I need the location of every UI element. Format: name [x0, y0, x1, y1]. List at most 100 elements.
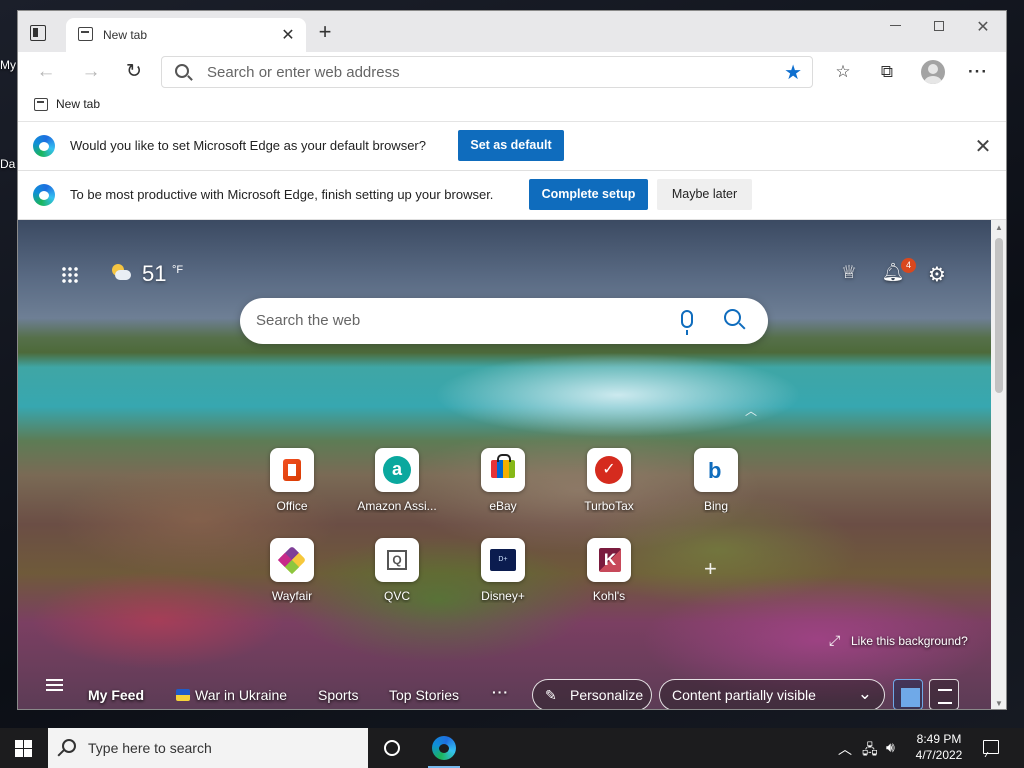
clock-date: 4/7/2022	[915, 748, 963, 762]
feed-more-button[interactable]: ···	[492, 684, 509, 700]
clock-time: 8:49 PM	[916, 732, 962, 746]
grid-layout-icon[interactable]	[893, 679, 923, 709]
weather-temperature[interactable]: 51	[142, 261, 166, 287]
desktop-icon-label[interactable]: Da	[0, 157, 15, 171]
profile-avatar[interactable]	[921, 60, 945, 84]
quick-link-wayfair[interactable]: Wayfair	[247, 538, 337, 618]
personalize-label: Personalize	[570, 687, 644, 703]
quick-link-label: Amazon Assi...	[357, 499, 437, 513]
infobar-message: Would you like to set Microsoft Edge as …	[70, 138, 426, 153]
rewards-icon[interactable]: ♕	[837, 262, 861, 286]
favorites-icon[interactable]: ☆	[831, 60, 855, 84]
title-bar: New tab ✕ + ✕	[18, 11, 1006, 52]
page-scrollbar[interactable]: ▲ ▼	[991, 220, 1006, 709]
search-icon	[175, 64, 189, 78]
quick-link-kohls[interactable]: K Kohl's	[564, 538, 654, 618]
feed-tab-war-in-ukraine[interactable]: War in Ukraine	[195, 687, 287, 703]
more-options-icon[interactable]: ···	[966, 60, 990, 84]
maybe-later-button[interactable]: Maybe later	[657, 179, 752, 210]
favorites-bar-item[interactable]: New tab	[56, 97, 100, 111]
default-browser-infobar: Would you like to set Microsoft Edge as …	[18, 122, 1006, 171]
back-arrow-icon[interactable]: ←	[33, 60, 59, 84]
refresh-icon[interactable]: ↻	[121, 60, 147, 84]
notification-count-badge: 4	[901, 258, 916, 273]
like-background-link[interactable]: Like this background?	[827, 634, 968, 648]
maximize-button[interactable]	[916, 17, 962, 35]
forward-arrow-icon[interactable]: →	[78, 60, 104, 84]
ebay-icon	[481, 448, 525, 492]
close-infobar-icon[interactable]: ✕	[972, 134, 994, 159]
bing-icon: b	[694, 448, 738, 492]
list-layout-icon[interactable]	[929, 679, 959, 709]
gear-icon[interactable]: ⚙	[925, 262, 949, 286]
quick-link-office[interactable]: Office	[247, 448, 337, 528]
cortana-icon[interactable]	[384, 740, 400, 756]
quick-link-label: Wayfair	[271, 589, 313, 603]
quick-link-label: eBay	[489, 499, 517, 513]
edge-logo-icon	[432, 736, 456, 760]
tab-new-tab[interactable]: New tab ✕	[66, 18, 306, 52]
quick-link-ebay[interactable]: eBay	[458, 448, 548, 528]
edge-logo-icon	[33, 184, 55, 206]
windows-start-icon[interactable]	[15, 740, 32, 757]
search-icon[interactable]	[724, 309, 741, 326]
set-as-default-button[interactable]: Set as default	[458, 130, 564, 161]
kohls-icon: K	[587, 538, 631, 582]
tab-actions-icon[interactable]	[30, 25, 46, 41]
volume-icon[interactable]: 🔊︎	[886, 739, 895, 756]
quick-link-disney-plus[interactable]: D+ Disney+	[458, 538, 548, 618]
feed-tab-my-feed[interactable]: My Feed	[88, 687, 144, 703]
microphone-icon[interactable]	[681, 310, 693, 335]
personalize-button[interactable]: ✎ Personalize	[532, 679, 652, 709]
hamburger-menu-icon[interactable]	[46, 679, 63, 691]
quick-link-label: Office	[276, 499, 308, 513]
scrollbar-thumb[interactable]	[995, 238, 1003, 393]
network-icon[interactable]: 🖧︎	[862, 739, 878, 763]
minimize-button[interactable]	[872, 17, 918, 35]
action-center-icon[interactable]	[983, 740, 999, 754]
taskbar-search-box[interactable]: Type here to search	[48, 728, 368, 768]
chevron-down-icon: ⌄	[857, 684, 872, 703]
quick-link-bing[interactable]: b Bing	[671, 448, 761, 528]
weather-icon[interactable]	[108, 262, 132, 284]
desktop-icon-label[interactable]: My	[0, 58, 16, 72]
close-window-button[interactable]: ✕	[960, 17, 1006, 37]
taskbar-edge-button[interactable]	[424, 728, 464, 768]
favorite-star-icon[interactable]: ★	[784, 60, 802, 85]
system-clock[interactable]: 8:49 PM 4/7/2022	[906, 731, 972, 763]
quick-link-label: Kohl's	[592, 589, 626, 603]
collapse-chevron-icon[interactable]: ︿	[745, 402, 757, 419]
new-tab-button[interactable]: +	[313, 19, 337, 45]
qvc-icon: Q	[375, 538, 419, 582]
like-background-text: Like this background?	[851, 634, 968, 648]
scroll-down-icon[interactable]: ▼	[995, 699, 1003, 708]
scroll-up-icon[interactable]: ▲	[995, 223, 1003, 232]
quick-link-turbotax[interactable]: ✓ TurboTax	[564, 448, 654, 528]
quick-link-label: Bing	[703, 499, 729, 513]
quick-link-qvc[interactable]: Q QVC	[352, 538, 442, 618]
new-tab-page: 51 °F ♕ 🔔︎ 4 ⚙ Search the web ︿ Office a…	[18, 220, 991, 709]
quick-link-label: QVC	[383, 589, 410, 603]
content-visibility-dropdown[interactable]: Content partially visible ⌄	[659, 679, 885, 709]
close-tab-icon[interactable]: ✕	[280, 25, 296, 45]
disney-plus-icon: D+	[481, 538, 525, 582]
infobar-message: To be most productive with Microsoft Edg…	[70, 187, 494, 202]
wayfair-icon	[270, 538, 314, 582]
setup-infobar: To be most productive with Microsoft Edg…	[18, 171, 1006, 220]
add-quick-link-button[interactable]: +	[704, 556, 717, 582]
feed-navigation: My Feed War in Ukraine Sports Top Storie…	[18, 666, 991, 709]
feed-tab-sports[interactable]: Sports	[318, 687, 358, 703]
tab-title: New tab	[103, 28, 148, 42]
feed-tab-top-stories[interactable]: Top Stories	[389, 687, 459, 703]
app-launcher-icon[interactable]	[61, 266, 79, 284]
taskbar: Type here to search ︿ 🖧︎ 🔊︎ 8:49 PM 4/7/…	[0, 728, 1024, 768]
browser-window: New tab ✕ + ✕ ← → ↻ Search or enter web …	[17, 10, 1007, 710]
quick-link-label: TurboTax	[584, 499, 634, 513]
turbotax-icon: ✓	[587, 448, 631, 492]
quick-link-amazon-assistant[interactable]: a Amazon Assi...	[352, 448, 442, 528]
collections-icon[interactable]: ⧉	[875, 60, 899, 84]
address-bar[interactable]: Search or enter web address ★	[161, 56, 813, 88]
complete-setup-button[interactable]: Complete setup	[529, 179, 648, 210]
web-search-box[interactable]: Search the web	[240, 298, 768, 344]
show-hidden-icons-icon[interactable]: ︿	[838, 739, 852, 759]
